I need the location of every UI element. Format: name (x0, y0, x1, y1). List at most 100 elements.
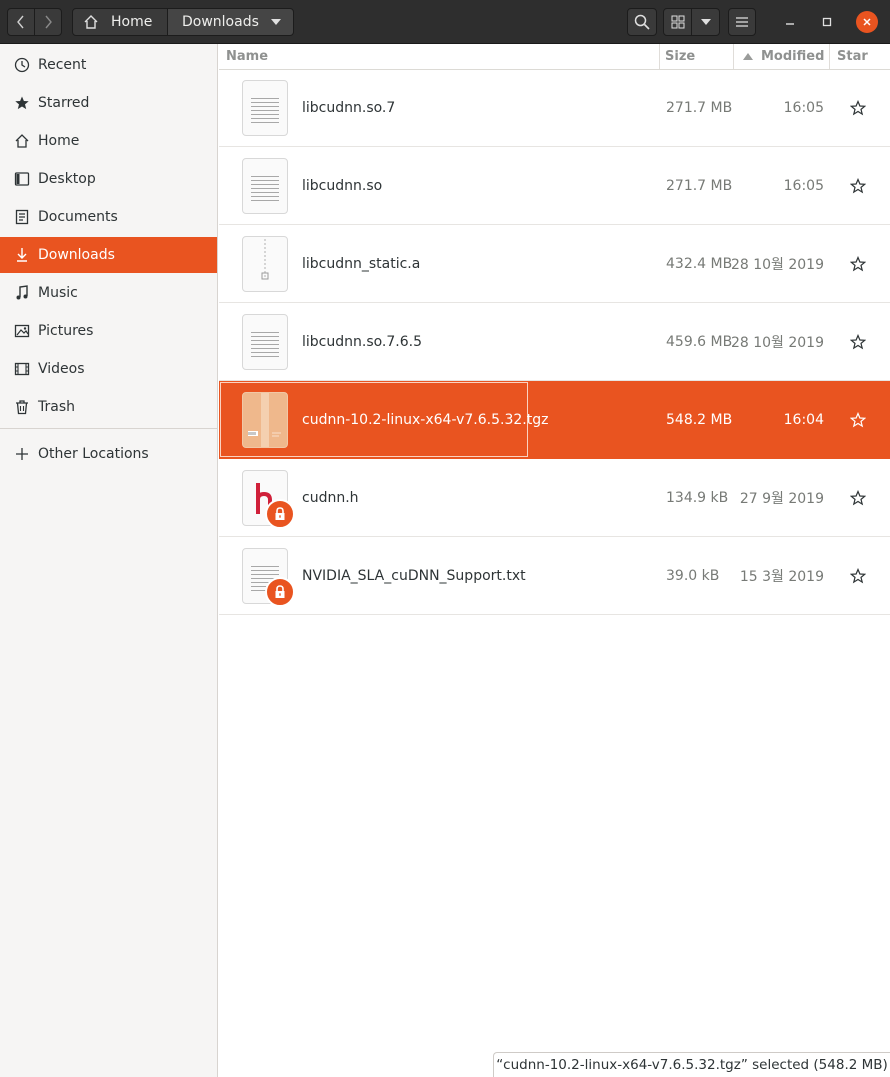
file-size: 39.0 kB (666, 567, 720, 584)
menu-button[interactable] (728, 8, 756, 36)
column-divider (659, 44, 660, 69)
column-size[interactable]: Size (665, 44, 695, 69)
sidebar-item-label: Other Locations (38, 446, 149, 462)
text-file-icon (242, 314, 288, 370)
sidebar-item-trash[interactable]: Trash (0, 389, 217, 425)
minimize-button[interactable] (779, 11, 801, 33)
star-toggle[interactable] (850, 303, 866, 380)
file-list: Name Size Modified Star libcudnn.so.7 27… (219, 44, 890, 1077)
sidebar-item-pictures[interactable]: Pictures (0, 313, 217, 349)
star-toggle[interactable] (850, 459, 866, 536)
file-modified: 27 9월 2019 (739, 490, 824, 507)
file-row[interactable]: libcudnn.so.7.6.5 459.6 MB 28 10월 2019 (219, 303, 890, 381)
chevron-left-icon (17, 15, 24, 29)
sidebar-item-label: Desktop (38, 171, 96, 187)
star-icon (12, 93, 32, 113)
star-toggle[interactable] (850, 537, 866, 614)
star-toggle[interactable] (850, 69, 866, 146)
sidebar-item-home[interactable]: Home (0, 123, 217, 159)
star-toggle[interactable] (850, 225, 866, 302)
archive-file-icon (242, 236, 288, 292)
maximize-icon (822, 17, 832, 27)
star-toggle[interactable] (850, 381, 866, 458)
path-downloads-button[interactable]: Downloads (167, 8, 294, 36)
back-button[interactable] (7, 8, 35, 36)
close-icon (863, 18, 871, 26)
selection-status: “cudnn-10.2-linux-x64-v7.6.5.32.tgz” sel… (493, 1052, 890, 1077)
view-toggle-button[interactable] (663, 8, 692, 36)
sidebar-item-recent[interactable]: Recent (0, 47, 217, 83)
file-size: 548.2 MB (666, 411, 733, 428)
file-modified: 16:05 (783, 99, 824, 116)
file-modified: 28 10월 2019 (730, 256, 824, 273)
music-icon (12, 283, 32, 303)
sidebar-item-documents[interactable]: Documents (0, 199, 217, 235)
home-icon (12, 131, 32, 151)
file-name: NVIDIA_SLA_cuDNN_Support.txt (302, 567, 526, 584)
column-header-row: Name Size Modified Star (219, 44, 890, 70)
column-modified: Modified (761, 49, 825, 64)
column-name[interactable]: Name (226, 44, 268, 69)
sidebar-item-desktop[interactable]: Desktop (0, 161, 217, 197)
file-size: 134.9 kB (666, 489, 729, 506)
text-file-icon (242, 158, 288, 214)
file-row[interactable]: libcudnn.so 271.7 MB 16:05 (219, 147, 890, 225)
sidebar-item-label: Trash (38, 399, 75, 415)
sidebar-item-starred[interactable]: Starred (0, 85, 217, 121)
file-name: libcudnn.so.7 (302, 99, 396, 116)
sidebar-separator (0, 428, 217, 429)
star-outline-icon (850, 567, 866, 583)
path-bar: Home Downloads (72, 8, 294, 36)
file-name: libcudnn.so.7.6.5 (302, 333, 423, 350)
sidebar-item-label: Documents (38, 209, 118, 225)
download-icon (12, 245, 32, 265)
sidebar-item-label: Starred (38, 95, 90, 111)
lock-icon (265, 577, 295, 607)
column-divider (733, 44, 734, 69)
file-name: libcudnn_static.a (302, 255, 421, 272)
sidebar-item-downloads[interactable]: Downloads (0, 237, 217, 273)
picture-icon (12, 321, 32, 341)
file-name: cudnn.h (302, 489, 359, 506)
star-toggle[interactable] (850, 147, 866, 224)
sidebar-item-label: Downloads (38, 247, 115, 263)
hamburger-icon (736, 17, 748, 27)
star-outline-icon (850, 177, 866, 193)
column-star[interactable]: Star (837, 44, 868, 69)
view-options-button[interactable] (691, 8, 720, 36)
file-size: 459.6 MB (666, 333, 733, 350)
sidebar-item-label: Pictures (38, 323, 94, 339)
history-nav (7, 8, 64, 36)
sidebar-item-music[interactable]: Music (0, 275, 217, 311)
file-row[interactable]: cudnn.h 134.9 kB 27 9월 2019 (219, 459, 890, 537)
path-downloads-label: Downloads (182, 14, 259, 30)
trash-icon (12, 397, 32, 417)
plus-icon (12, 444, 32, 464)
sidebar-item-videos[interactable]: Videos (0, 351, 217, 387)
file-row[interactable]: libcudnn.so.7 271.7 MB 16:05 (219, 69, 890, 147)
star-outline-icon (850, 489, 866, 505)
file-size: 271.7 MB (666, 99, 733, 116)
text-file-icon (242, 80, 288, 136)
caret-down-icon (700, 19, 711, 25)
search-icon (634, 14, 650, 30)
file-row[interactable]: libcudnn_static.a 432.4 MB 28 10월 2019 (219, 225, 890, 303)
forward-button[interactable] (34, 8, 62, 36)
maximize-button[interactable] (816, 11, 838, 33)
package-file-icon (242, 392, 288, 448)
video-icon (12, 359, 32, 379)
star-outline-icon (850, 255, 866, 271)
file-row[interactable]: NVIDIA_SLA_cuDNN_Support.txt 39.0 kB 15 … (219, 537, 890, 615)
star-outline-icon (850, 333, 866, 349)
desktop-icon (12, 169, 32, 189)
sidebar-item-label: Videos (38, 361, 85, 377)
sidebar-item-other-locations[interactable]: Other Locations (0, 436, 217, 472)
file-size: 432.4 MB (666, 255, 733, 272)
column-modified-sort[interactable]: Modified (743, 44, 824, 69)
path-home-button[interactable]: Home (72, 8, 168, 36)
star-outline-icon (850, 411, 866, 427)
search-button[interactable] (627, 8, 657, 36)
close-button[interactable] (856, 11, 878, 33)
file-row-selected[interactable]: cudnn-10.2-linux-x64-v7.6.5.32.tgz 548.2… (219, 381, 890, 459)
sort-up-icon (743, 53, 753, 60)
